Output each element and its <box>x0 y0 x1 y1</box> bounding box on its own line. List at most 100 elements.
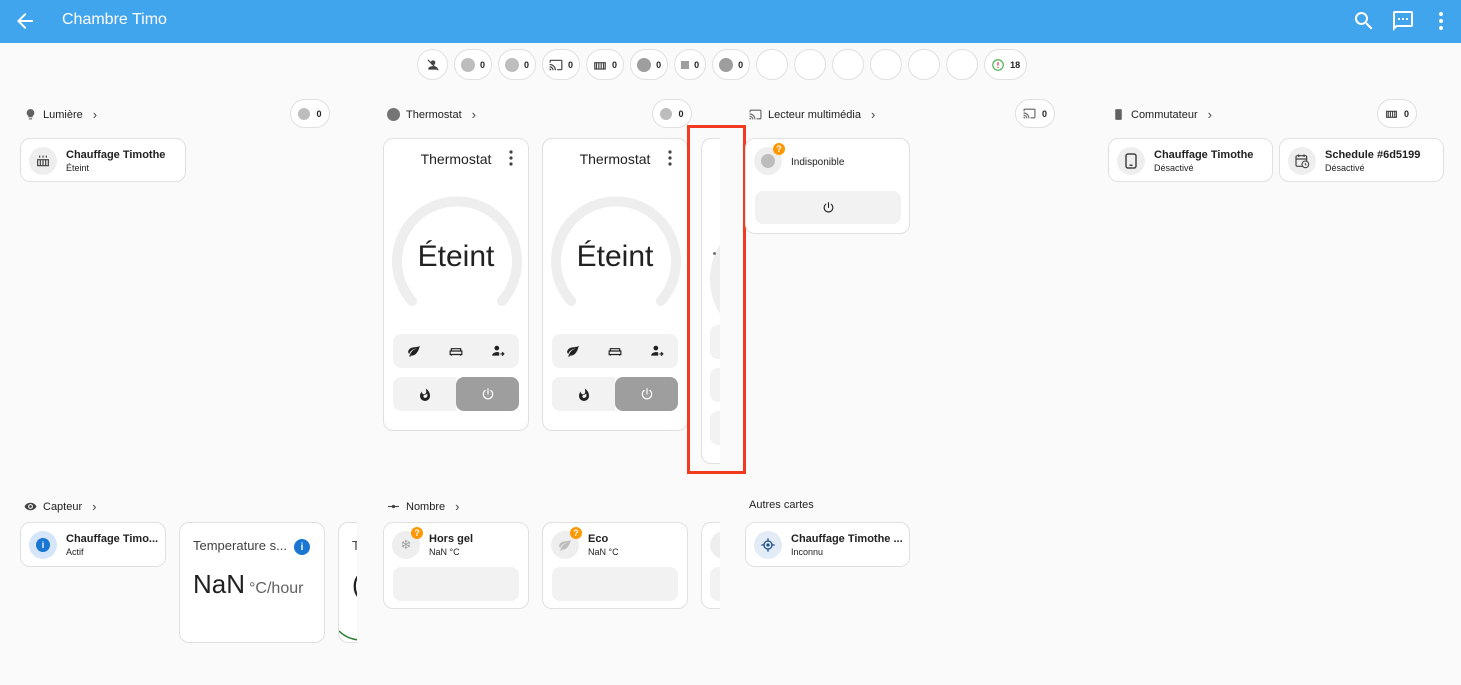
chevron-right-icon: › <box>471 107 476 122</box>
section-header-lecteur[interactable]: Lecteur multimédia › <box>749 107 875 122</box>
heat-mode-button[interactable] <box>393 377 456 411</box>
section-badge-lumiere[interactable]: 0 <box>290 99 330 128</box>
ray-vertex-icon <box>388 504 399 509</box>
alert-circle-icon <box>992 58 1004 71</box>
badge-empty[interactable] <box>946 49 979 80</box>
calendar-clock-icon <box>1288 147 1316 175</box>
off-mode-button[interactable] <box>456 377 519 411</box>
number-slider[interactable] <box>393 567 519 601</box>
chevron-right-icon: › <box>92 499 97 514</box>
thermostat-icon <box>387 108 400 121</box>
badge-radiator[interactable]: 0 <box>586 49 625 80</box>
section-header-capteur[interactable]: Capteur › <box>24 499 96 514</box>
badge-check-1[interactable]: 0 <box>630 49 669 80</box>
search-icon[interactable] <box>1352 9 1376 33</box>
page-title: Chambre Timo <box>62 11 167 28</box>
back-arrow-icon[interactable] <box>13 9 37 33</box>
tile-schedule[interactable]: Schedule #6d5199 Désactivé <box>1279 138 1444 182</box>
number-card-eco: ? Eco NaN °C <box>542 522 688 609</box>
badge-cast[interactable]: 0 <box>542 49 581 80</box>
badge-row: 0 0 0 0 0 0 0 18 <box>417 49 1028 80</box>
leaf-icon[interactable] <box>407 344 421 358</box>
section-header-autres: Autres cartes <box>749 499 814 511</box>
badge-empty[interactable] <box>832 49 865 80</box>
radiator-icon <box>29 147 57 175</box>
preset-mode-row <box>393 334 519 368</box>
number-tile[interactable]: ? Eco NaN °C <box>543 523 687 567</box>
eye-icon <box>24 502 37 511</box>
number-tile[interactable]: ❄? Hors gel NaN °C <box>384 523 528 567</box>
badge-alerts[interactable]: 18 <box>984 49 1028 80</box>
badge-empty[interactable] <box>794 49 827 80</box>
account-arrow-icon[interactable] <box>650 344 664 358</box>
stop-icon <box>681 60 690 69</box>
sofa-icon[interactable] <box>607 344 623 358</box>
badge-stop[interactable]: 0 <box>674 49 707 80</box>
warning-badge: ? <box>773 143 785 155</box>
check-circle-icon <box>637 57 652 72</box>
badge-thermostat[interactable]: 0 <box>498 49 537 80</box>
help-icon: ? <box>754 143 785 175</box>
tile-chauffage-switch[interactable]: Chauffage Timothe Désactivé <box>1108 138 1273 182</box>
phone-icon <box>1117 147 1145 175</box>
sofa-icon[interactable] <box>448 344 464 358</box>
media-player-card: ? Indisponible <box>745 138 910 234</box>
number-slider[interactable] <box>552 567 678 601</box>
lightbulb-group-icon <box>298 107 311 120</box>
media-player-tile[interactable]: ? Indisponible <box>746 139 909 183</box>
chevron-right-icon: › <box>1207 107 1212 122</box>
radiator-icon <box>594 61 606 70</box>
hvac-mode-row <box>393 377 519 411</box>
section-header-commutateur[interactable]: Commutateur › <box>1112 107 1212 122</box>
leaf-icon[interactable] <box>566 344 580 358</box>
section-header-lumiere[interactable]: Lumière › <box>24 107 97 122</box>
fire-icon <box>419 388 430 401</box>
more-vertical-icon[interactable] <box>667 150 673 166</box>
off-mode-button[interactable] <box>615 377 678 411</box>
sensor-card-partial: T ( <box>338 522 357 643</box>
check-circle-icon <box>719 57 734 72</box>
chevron-right-icon: › <box>92 107 98 122</box>
number-card-partial <box>701 522 720 609</box>
section-header-nombre[interactable]: Nombre › <box>387 499 459 514</box>
chevron-right-icon: › <box>870 107 876 122</box>
badge-empty[interactable] <box>756 49 789 80</box>
warning-badge: ? <box>411 527 423 539</box>
information-icon: i <box>29 531 57 559</box>
badge-person[interactable] <box>417 49 448 80</box>
section-header-thermostat[interactable]: Thermostat › <box>387 107 476 122</box>
thermostat-icon <box>660 107 673 120</box>
snowflake-thermometer-icon: ❄? <box>392 527 423 559</box>
sensor-card-temperature[interactable]: Temperature s... i NaN °C/hour <box>179 522 325 643</box>
badge-lights[interactable]: 0 <box>454 49 493 80</box>
badge-empty[interactable] <box>870 49 903 80</box>
thermostat-card: Thermostat Éteint <box>542 138 688 431</box>
section-badge-commutateur[interactable]: 0 <box>1377 99 1417 128</box>
assist-chat-icon[interactable] <box>1391 9 1415 33</box>
lightbulb-group-icon <box>461 57 475 72</box>
tile-chauffage-light[interactable]: Chauffage Timothe Éteint <box>20 138 186 182</box>
power-icon <box>823 202 833 213</box>
hvac-mode-row <box>552 377 678 411</box>
tile-autres-chauffage[interactable]: Chauffage Timothe ... Inconnu <box>745 522 910 567</box>
badge-empty[interactable] <box>908 49 941 80</box>
highlight-box <box>687 125 746 474</box>
warning-badge: ? <box>570 527 582 539</box>
person-off-icon <box>426 58 439 71</box>
top-app-bar: Chambre Timo <box>0 0 1461 43</box>
section-badge-lecteur[interactable]: 0 <box>1015 99 1055 128</box>
more-vertical-icon[interactable] <box>1429 9 1453 33</box>
account-arrow-icon[interactable] <box>491 344 505 358</box>
tile-sensor-chauffage[interactable]: i Chauffage Timo... Actif <box>20 522 166 567</box>
cast-icon <box>749 109 762 120</box>
leaf-icon: ? <box>551 527 582 559</box>
heat-mode-button[interactable] <box>552 377 615 411</box>
power-icon <box>482 388 493 400</box>
section-badge-thermostat[interactable]: 0 <box>652 99 692 128</box>
more-vertical-icon[interactable] <box>508 150 514 166</box>
switch-icon <box>1115 109 1122 120</box>
badge-check-2[interactable]: 0 <box>712 49 751 80</box>
fire-icon <box>578 388 589 401</box>
chevron-right-icon: › <box>455 499 460 514</box>
media-power-button[interactable] <box>755 191 901 224</box>
